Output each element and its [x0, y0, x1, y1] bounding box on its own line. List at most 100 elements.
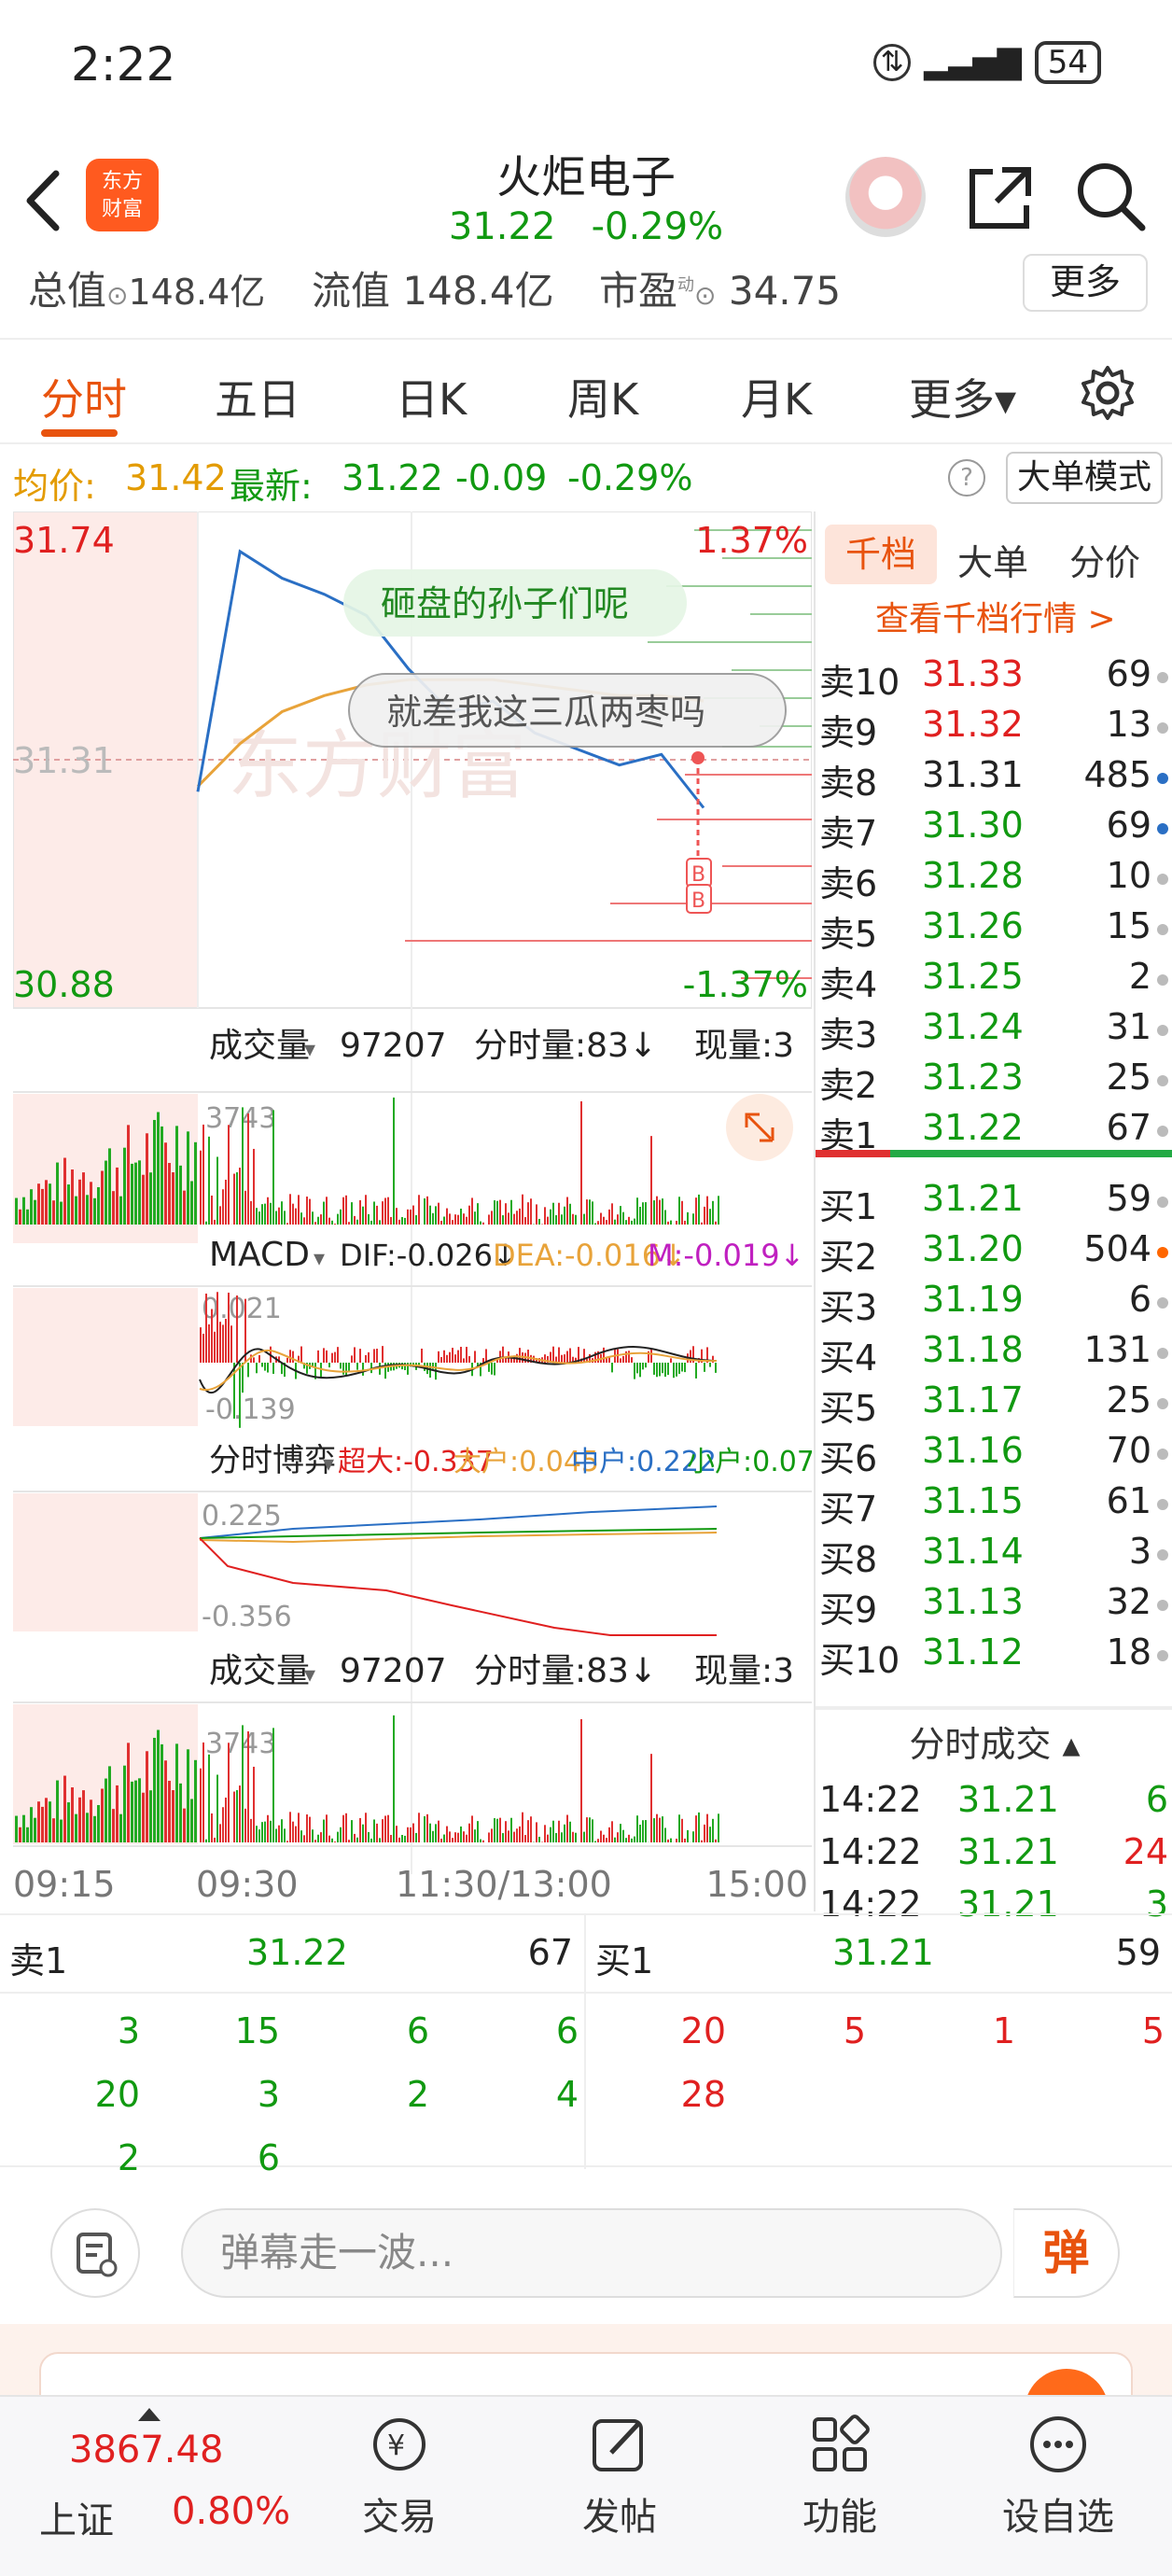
macd-bar: [258, 1354, 260, 1363]
tick-price: 31.21: [957, 1779, 1059, 1820]
ask-row[interactable]: 卖6 31.28 10: [816, 855, 1172, 905]
volume-bar: [561, 1832, 563, 1842]
ask-row[interactable]: 卖8 31.31 485: [816, 754, 1172, 805]
svg-text:¥: ¥: [387, 2429, 405, 2462]
ask-row[interactable]: 卖2 31.23 25: [816, 1057, 1172, 1107]
volume-bar: [345, 1195, 347, 1225]
tab-daily-k[interactable]: 日K: [396, 366, 467, 427]
volume-bar: [93, 1197, 96, 1225]
volume-bar: [522, 1194, 523, 1225]
app-logo[interactable]: 东方 财富: [86, 159, 159, 231]
volume-bar: [407, 1827, 409, 1842]
tab-more[interactable]: 更多▾: [909, 366, 1016, 427]
volume-bar: [116, 1785, 119, 1842]
macd-bar: [664, 1363, 666, 1378]
assistant-robot-icon[interactable]: [845, 157, 926, 237]
bid-label: 买6: [819, 1438, 878, 1479]
danmaku-send-button[interactable]: 弹: [1013, 2208, 1120, 2298]
danmaku-input[interactable]: 弹幕走一波...: [181, 2208, 1002, 2298]
volume-bar: [536, 1822, 537, 1842]
ask-row[interactable]: 卖10 31.33 69: [816, 653, 1172, 704]
bid-row[interactable]: 买9 31.13 32: [816, 1581, 1172, 1631]
tab-five-day[interactable]: 五日: [215, 366, 300, 427]
volume-bar: [314, 1222, 316, 1225]
volume-bar: [600, 1830, 602, 1842]
vol1-selector: 成交量: [209, 1027, 310, 1065]
volume-bar: [438, 1820, 440, 1842]
tab-big-orders[interactable]: 大单: [957, 534, 1028, 585]
volume-bar: [247, 1113, 249, 1225]
volume-bar: [345, 1813, 347, 1842]
expand-up-icon[interactable]: [138, 2408, 160, 2421]
volume-bar: [516, 1211, 518, 1225]
nav-add-watchlist[interactable]: 设自选: [984, 2412, 1133, 2541]
tab-monthly-k[interactable]: 月K: [741, 366, 812, 427]
bid-row[interactable]: 买6 31.16 70: [816, 1430, 1172, 1480]
ask-row[interactable]: 卖7 31.30 69: [816, 805, 1172, 855]
macd-bar: [404, 1363, 406, 1371]
volume-bar: [97, 1187, 100, 1225]
bid-row[interactable]: 买5 31.17 25: [816, 1379, 1172, 1430]
volume-bar: [558, 1820, 560, 1842]
bid-row[interactable]: 买8 31.14 3: [816, 1531, 1172, 1581]
tab-intraday[interactable]: 分时: [41, 366, 127, 427]
share-icon[interactable]: [965, 162, 1036, 237]
volume-bar: [278, 1825, 280, 1842]
volume-bar: [474, 1211, 476, 1225]
volume-bar: [597, 1839, 599, 1842]
volume-bar: [365, 1813, 367, 1842]
bid-row[interactable]: 买10 31.12 18: [816, 1631, 1172, 1682]
ask-row[interactable]: 卖4 31.25 2: [816, 956, 1172, 1006]
volume-bar: [270, 1202, 272, 1225]
status-icons: ⇅ ▂▃▅▇ 54: [873, 41, 1101, 84]
big-order-mode-button[interactable]: 大单模式: [1005, 452, 1163, 504]
volume-bar: [488, 1832, 490, 1842]
gear-icon[interactable]: [1079, 364, 1137, 426]
bid-row[interactable]: 买1 31.21 59: [816, 1178, 1172, 1228]
tab-price-dist[interactable]: 分价: [1069, 534, 1140, 585]
volume-bar: [384, 1815, 386, 1842]
tick-trades-title[interactable]: 分时成交 ▴: [816, 1715, 1172, 1767]
macd-bar: [219, 1322, 221, 1363]
tab-weekly-k[interactable]: 周K: [567, 366, 638, 427]
volume-bar: [298, 1195, 300, 1225]
bid-row[interactable]: 买2 31.20 504: [816, 1228, 1172, 1279]
tab-depth[interactable]: 千档: [825, 525, 937, 584]
premarket-shade-macd: [13, 1288, 198, 1426]
intraday-chart[interactable]: 东方财富 B B 31.74 31.31 30.88 1.37% -1.37% …: [12, 511, 832, 1911]
macd-bar: [272, 1363, 274, 1374]
nav-post[interactable]: 发帖: [545, 2412, 694, 2541]
search-icon[interactable]: [1073, 159, 1148, 237]
volume-bar: [183, 1190, 186, 1225]
volume-bar: [449, 1213, 451, 1225]
help-icon[interactable]: ?: [948, 459, 985, 497]
buy1-label: 买1: [595, 1940, 654, 1981]
bid-volume: 131: [1083, 1329, 1151, 1370]
nav-trade[interactable]: ¥ 交易: [325, 2412, 474, 2541]
volume-bar: [71, 1169, 74, 1225]
bid-volume: 504: [1083, 1228, 1151, 1269]
back-icon[interactable]: [24, 168, 62, 239]
bid-row[interactable]: 买4 31.18 131: [816, 1329, 1172, 1379]
last-label: 最新:: [230, 466, 313, 507]
volume-bar: [67, 1184, 70, 1225]
bid-row[interactable]: 买7 31.15 61: [816, 1480, 1172, 1531]
volume-bar: [468, 1823, 470, 1842]
bid-row[interactable]: 买3 31.19 6: [816, 1279, 1172, 1329]
nav-functions[interactable]: 功能: [765, 2412, 914, 2541]
avg-value: 31.42: [125, 457, 227, 498]
order-dot-icon: [1157, 1650, 1168, 1661]
volume-bar: [606, 1220, 607, 1225]
volume-bar: [225, 1179, 227, 1225]
view-depth-link[interactable]: 查看千档行情 >: [875, 592, 1116, 640]
danmaku-settings-icon[interactable]: [50, 2208, 140, 2298]
volume-bar: [340, 1209, 342, 1225]
volume-bar: [454, 1214, 456, 1225]
ask-row[interactable]: 卖9 31.32 13: [816, 704, 1172, 754]
index-value[interactable]: 3867.48: [69, 2429, 223, 2471]
more-button[interactable]: 更多: [1023, 254, 1148, 312]
ask-row[interactable]: 卖3 31.24 31: [816, 1006, 1172, 1057]
macd-bar: [365, 1354, 367, 1363]
volume-bar: [656, 1813, 658, 1842]
ask-row[interactable]: 卖5 31.26 15: [816, 905, 1172, 956]
